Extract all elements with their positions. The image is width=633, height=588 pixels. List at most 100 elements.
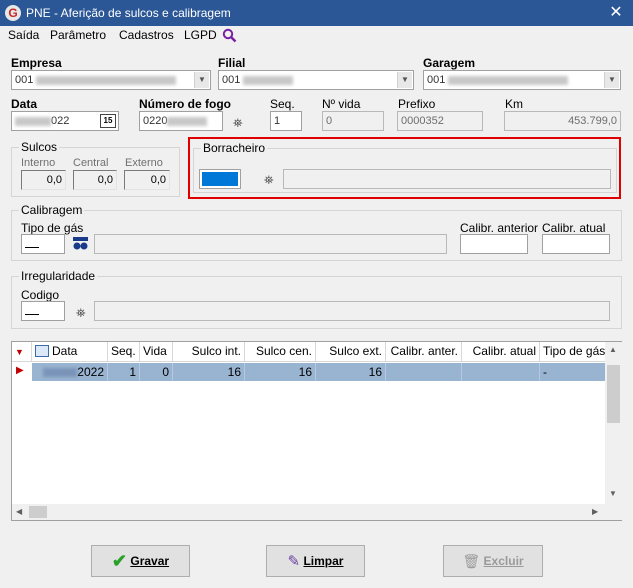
- gravar-label: Gravar: [130, 554, 170, 568]
- grid-header-vida[interactable]: Vida: [140, 342, 173, 362]
- n-vida-value: 0: [326, 115, 333, 127]
- seq-field[interactable]: 1: [270, 111, 302, 131]
- seq-label: Seq.: [270, 97, 295, 111]
- km-label: Km: [505, 97, 523, 111]
- tipo-gas-label: Tipo de gás: [21, 221, 84, 235]
- excluir-button[interactable]: 🗑 Excluir: [443, 545, 543, 577]
- row-seq[interactable]: 1: [108, 363, 140, 381]
- prefixo-field: 0000352: [397, 111, 483, 131]
- search-icon[interactable]: [222, 28, 237, 43]
- seq-value: 1: [274, 115, 281, 127]
- scroll-right-icon[interactable]: ▶: [592, 507, 598, 516]
- limpar-button[interactable]: ✎ Limpar: [266, 545, 365, 577]
- menu-bar: Saída Parâmetro Cadastros LGPD: [0, 26, 633, 44]
- borracheiro-code-field[interactable]: [199, 169, 241, 189]
- broom-icon: ✎: [287, 553, 301, 570]
- grid-header-tipo-gas[interactable]: Tipo de gás: [540, 342, 607, 362]
- data-label: Data: [11, 97, 38, 111]
- calibr-anterior-field[interactable]: [460, 234, 528, 254]
- calibr-anterior-label: Calibr. anterior: [460, 221, 539, 235]
- codigo-description: [94, 301, 610, 321]
- chevron-down-icon[interactable]: ▼: [604, 72, 619, 88]
- numero-fogo-field[interactable]: 0220: [139, 111, 223, 131]
- interno-field: 0,0: [21, 170, 66, 190]
- close-button[interactable]: ✕: [599, 0, 633, 26]
- irregularidade-title: Irregularidade: [19, 269, 98, 283]
- garagem-select[interactable]: 001 ▼: [423, 70, 621, 90]
- grid-header-data-label: Data: [52, 344, 78, 358]
- grid-header-sulco-ext[interactable]: Sulco ext.: [316, 342, 386, 362]
- chevron-down-icon[interactable]: ▼: [397, 72, 412, 88]
- km-field: 453.799,0: [504, 111, 621, 131]
- scrollbar-thumb[interactable]: [607, 365, 620, 423]
- numero-fogo-value: 0220: [143, 115, 168, 127]
- numero-fogo-label: Número de fogo: [139, 97, 231, 111]
- row-indicator[interactable]: ▶: [12, 363, 32, 381]
- row-data[interactable]: 2022: [32, 363, 108, 381]
- codigo-field[interactable]: [21, 301, 65, 321]
- grid-header-sulco-int[interactable]: Sulco int.: [173, 342, 245, 362]
- menu-lgpd[interactable]: LGPD: [184, 28, 217, 42]
- excluir-label: Excluir: [483, 554, 524, 568]
- km-value: 453.799,0: [568, 115, 617, 127]
- row-sulco-cen[interactable]: 16: [245, 363, 316, 381]
- selected-text: [202, 172, 238, 186]
- grid-header-data[interactable]: Data: [32, 342, 108, 362]
- calibragem-title: Calibragem: [19, 203, 85, 217]
- sort-down-icon[interactable]: ▼: [15, 343, 24, 362]
- row-calibr-anter[interactable]: [386, 363, 462, 381]
- binoculars-icon[interactable]: ⛯: [233, 116, 243, 131]
- binoculars-search-icon[interactable]: [72, 236, 89, 251]
- window-title: PNE - Aferição de sulcos e calibragem: [26, 6, 231, 20]
- menu-saida[interactable]: Saída: [8, 28, 39, 42]
- menu-cadastros[interactable]: Cadastros: [119, 28, 174, 42]
- calibr-atual-label: Calibr. atual: [542, 221, 606, 235]
- empresa-select[interactable]: 001 ▼: [11, 70, 211, 90]
- central-value: 0,0: [97, 174, 113, 186]
- garagem-label: Garagem: [423, 56, 476, 70]
- limpar-label: Limpar: [303, 554, 344, 568]
- row-tipo-gas[interactable]: -: [540, 363, 607, 381]
- tipo-gas-field[interactable]: [21, 234, 65, 254]
- tipo-gas-description: [94, 234, 447, 254]
- checkmark-icon: ✔: [111, 551, 128, 571]
- row-sulco-int[interactable]: 16: [173, 363, 245, 381]
- empresa-label: Empresa: [11, 56, 62, 70]
- grid-header-calibr-anter[interactable]: Calibr. anter.: [386, 342, 462, 362]
- externo-field: 0,0: [124, 170, 170, 190]
- binoculars-icon[interactable]: ⛯: [76, 306, 86, 321]
- calendar-icon[interactable]: 15: [100, 114, 116, 128]
- row-sulco-ext[interactable]: 16: [316, 363, 386, 381]
- binoculars-icon[interactable]: ⛯: [264, 173, 274, 188]
- n-vida-field: 0: [322, 111, 384, 131]
- borracheiro-title: Borracheiro: [201, 141, 268, 155]
- row-calibr-atual[interactable]: [462, 363, 540, 381]
- interno-label: Interno: [21, 157, 56, 169]
- central-label: Central: [73, 157, 109, 169]
- scroll-corner: [605, 504, 622, 520]
- chevron-down-icon[interactable]: ▼: [194, 72, 209, 88]
- scroll-down-icon[interactable]: ▼: [609, 489, 617, 498]
- trash-icon: 🗑: [462, 553, 481, 569]
- app-logo-icon: G: [5, 5, 21, 21]
- data-grid[interactable]: ▼ Data Seq. Vida Sulco int. Sulco cen. S…: [11, 341, 622, 521]
- prefixo-label: Prefixo: [398, 97, 436, 111]
- calibr-atual-field[interactable]: [542, 234, 610, 254]
- grid-header-sulco-cen[interactable]: Sulco cen.: [245, 342, 316, 362]
- grid-header-calibr-atual[interactable]: Calibr. atual: [462, 342, 540, 362]
- vertical-scrollbar[interactable]: ▲ ▼: [605, 342, 622, 504]
- filial-label: Filial: [218, 56, 246, 70]
- grid-header-seq[interactable]: Seq.: [108, 342, 140, 362]
- row-vida[interactable]: 0: [140, 363, 173, 381]
- filial-select[interactable]: 001 ▼: [218, 70, 414, 90]
- grid-corner[interactable]: ▼: [12, 342, 32, 362]
- scroll-left-icon[interactable]: ◀: [16, 507, 22, 516]
- borracheiro-name-field: [283, 169, 611, 189]
- gravar-button[interactable]: ✔ Gravar: [91, 545, 190, 577]
- horizontal-scrollbar[interactable]: ◀ ▶: [12, 504, 605, 520]
- table-icon: [35, 345, 49, 357]
- menu-parametro[interactable]: Parâmetro: [50, 28, 106, 42]
- h-scrollbar-thumb[interactable]: [29, 506, 47, 518]
- scroll-up-icon[interactable]: ▲: [609, 345, 617, 354]
- prefixo-value: 0000352: [401, 115, 444, 127]
